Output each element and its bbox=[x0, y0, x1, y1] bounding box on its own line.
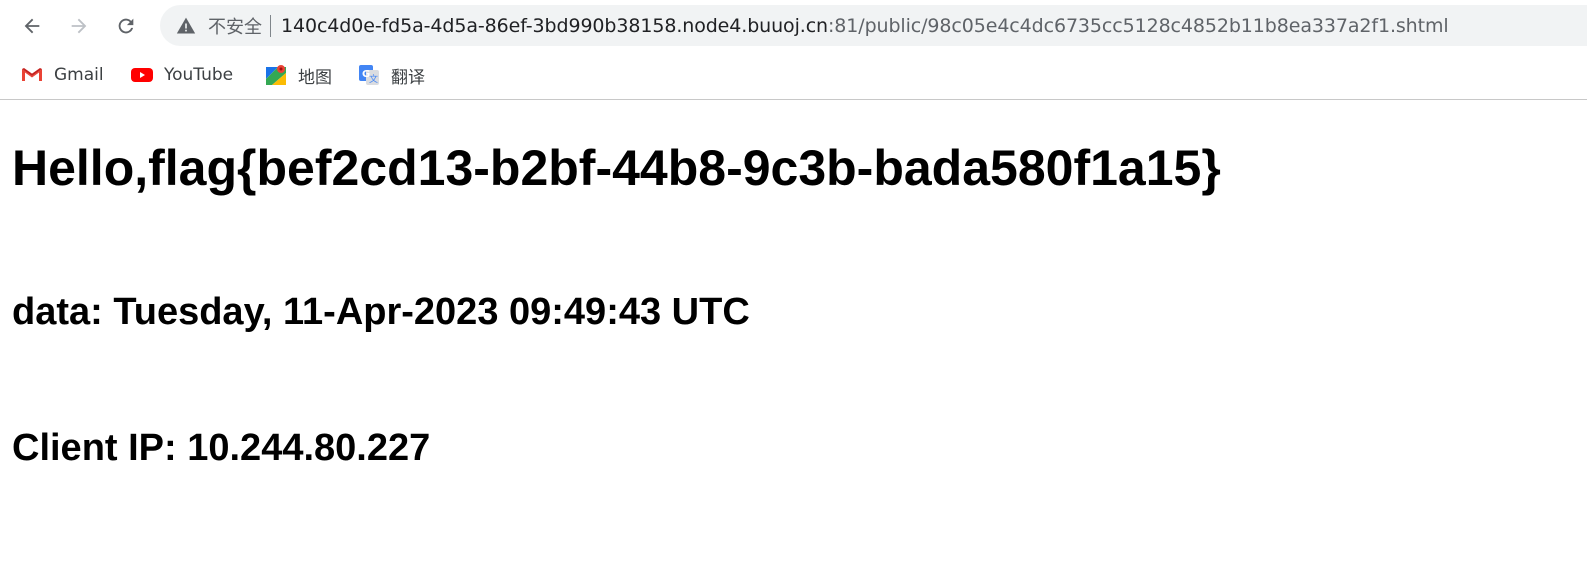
bookmark-label: 地图 bbox=[298, 67, 332, 88]
security-status-label[interactable]: 不安全 bbox=[208, 13, 262, 39]
reload-button[interactable] bbox=[110, 10, 142, 42]
address-bar[interactable]: 不安全 140c4d0e-fd5a-4d5a-86ef-3bd990b38158… bbox=[160, 5, 1587, 46]
url-path[interactable]: :81/public/98c05e4c4dc6735cc5128c4852b11… bbox=[828, 15, 1449, 37]
bookmark-maps[interactable]: 地图 bbox=[264, 62, 332, 88]
forward-arrow-icon bbox=[71, 18, 87, 34]
svg-text:文: 文 bbox=[369, 73, 378, 85]
flag-heading: Hello,flag{bef2cd13-b2bf-44b8-9c3b-bada5… bbox=[12, 140, 1221, 196]
back-button[interactable] bbox=[16, 10, 48, 42]
bookmark-youtube[interactable]: YouTube bbox=[130, 62, 233, 88]
url-host[interactable]: 140c4d0e-fd5a-4d5a-86ef-3bd990b38158.nod… bbox=[281, 15, 828, 37]
bookmark-label: YouTube bbox=[164, 65, 234, 85]
bookmark-gmail[interactable]: Gmail bbox=[20, 62, 104, 88]
date-heading: data: Tuesday, 11-Apr-2023 09:49:43 UTC bbox=[12, 291, 750, 333]
bookmark-label: Gmail bbox=[54, 65, 104, 85]
browser-toolbar: 不安全 140c4d0e-fd5a-4d5a-86ef-3bd990b38158… bbox=[0, 0, 1587, 52]
forward-button[interactable] bbox=[63, 10, 95, 42]
address-separator bbox=[270, 14, 271, 37]
translate-icon: G 文 bbox=[357, 63, 381, 87]
bookmark-translate[interactable]: G 文 翻译 bbox=[357, 62, 425, 88]
client-ip-heading: Client IP: 10.244.80.227 bbox=[12, 427, 431, 469]
warning-triangle-icon[interactable] bbox=[176, 16, 196, 36]
gmail-icon bbox=[20, 63, 44, 87]
bookmarks-bar: Gmail YouTube 地图 G 文 翻译 bbox=[0, 52, 1587, 100]
bookmark-label: 翻译 bbox=[391, 67, 425, 88]
back-arrow-icon bbox=[24, 18, 40, 34]
maps-icon bbox=[264, 63, 288, 87]
youtube-icon bbox=[130, 63, 154, 87]
reload-icon bbox=[118, 18, 134, 34]
